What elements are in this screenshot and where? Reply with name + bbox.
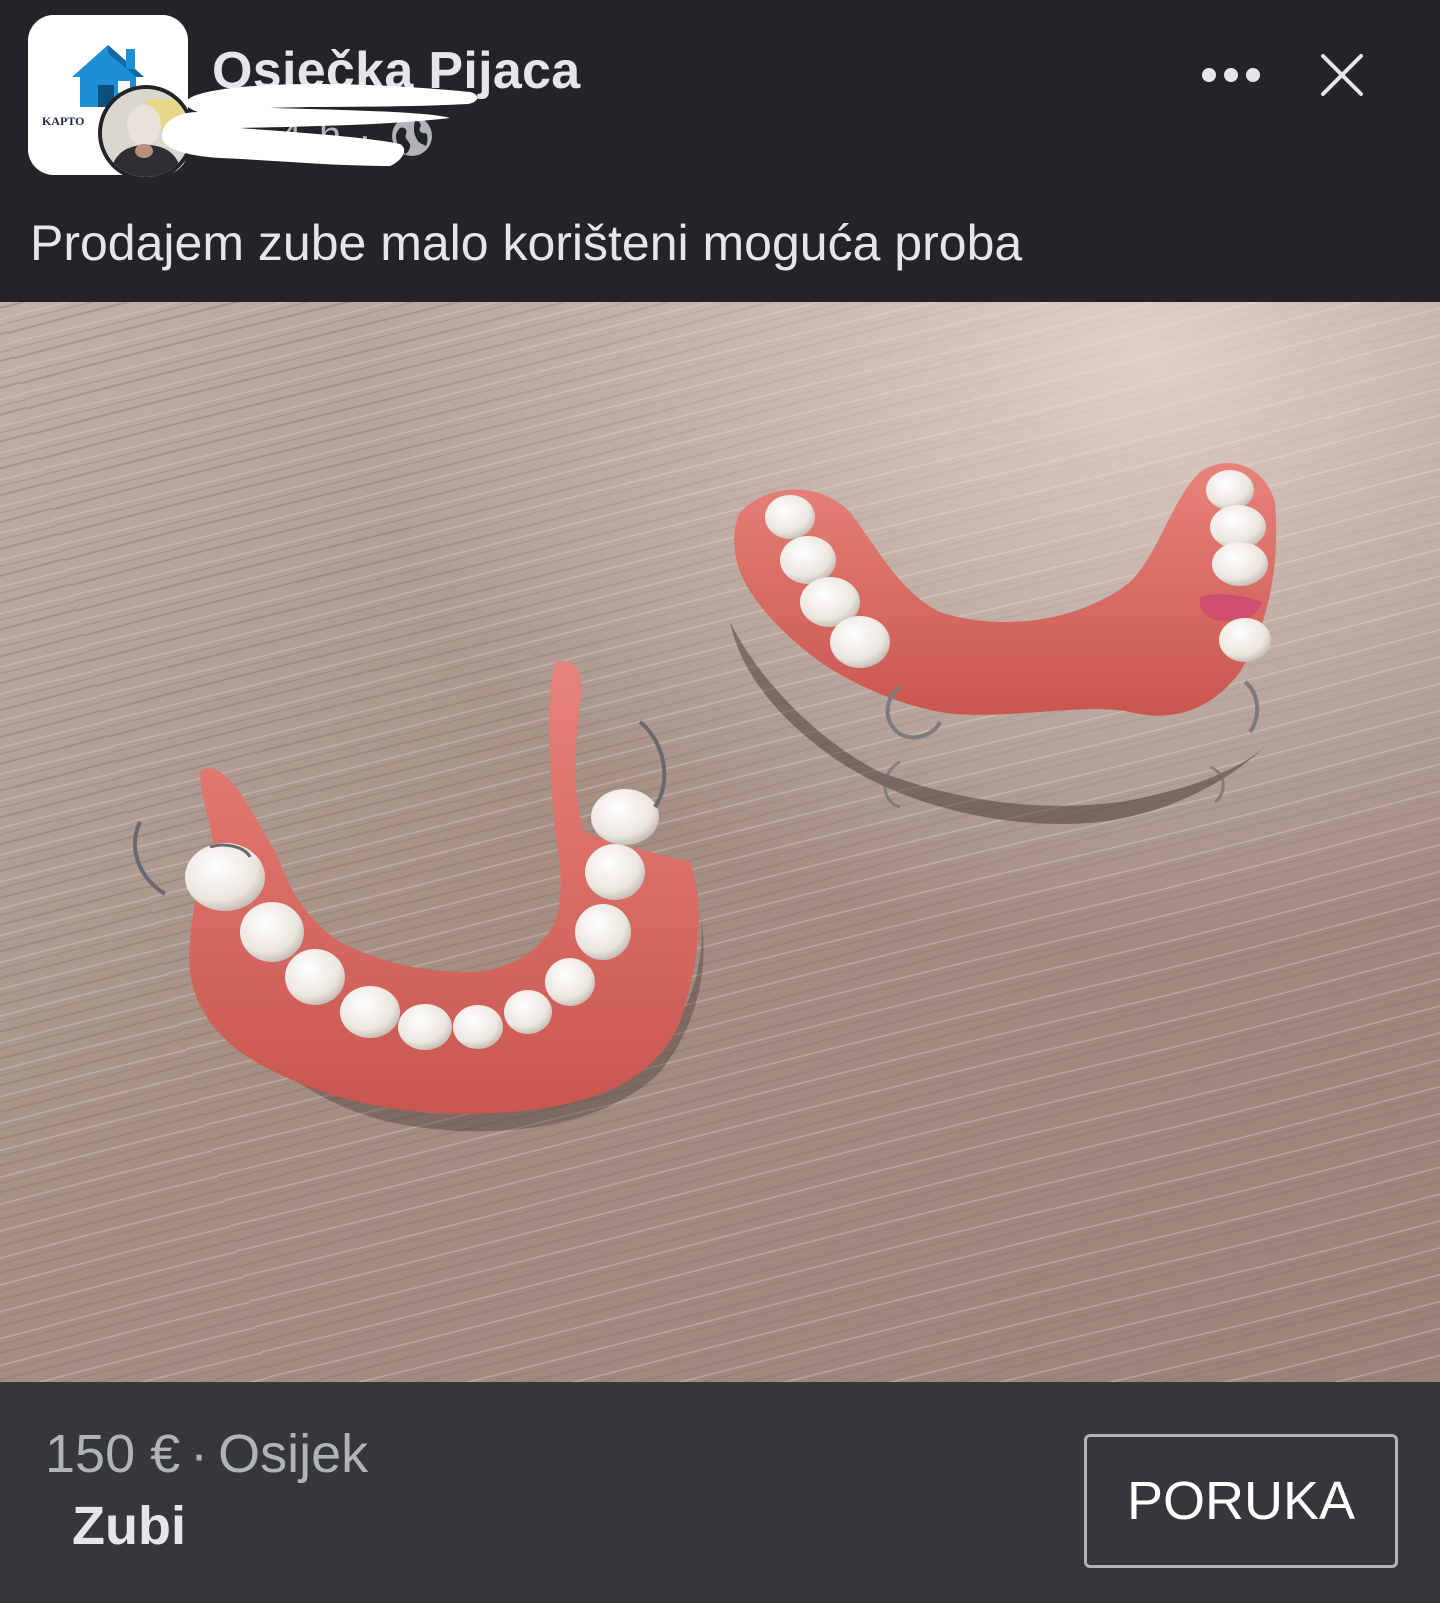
- post-header: KAPTO Osječka Pijaca o · 4 h ·: [0, 0, 1440, 190]
- user-avatar[interactable]: [98, 85, 194, 181]
- more-dots-icon: [1202, 68, 1260, 82]
- listing-photo[interactable]: [0, 302, 1440, 1382]
- listing-separator: ·: [190, 1424, 209, 1484]
- group-logo-text: KAPTO: [42, 114, 84, 128]
- post-time[interactable]: 4 h: [280, 114, 345, 159]
- post-meta: o · 4 h ·: [212, 108, 434, 164]
- listing-bar: 150 € · Osijek Zubi PORUKA: [0, 1382, 1440, 1603]
- group-name[interactable]: Osječka Pijaca: [212, 40, 580, 102]
- marketplace-post-viewer: KAPTO Osječka Pijaca o · 4 h · Prodajem …: [0, 0, 1440, 1603]
- message-button[interactable]: PORUKA: [1084, 1434, 1398, 1568]
- meta-separator: ·: [252, 113, 266, 158]
- post-text: Prodajem zube malo korišteni moguća prob…: [30, 215, 1023, 271]
- listing-title: Zubi: [72, 1496, 186, 1556]
- close-button[interactable]: [1312, 45, 1372, 105]
- more-options-button[interactable]: [1186, 50, 1276, 100]
- meta-separator: ·: [358, 113, 372, 158]
- price-location: 150 € · Osijek: [45, 1422, 368, 1486]
- globe-icon: [390, 114, 434, 158]
- listing-price: 150 €: [45, 1424, 181, 1484]
- close-icon: [1321, 54, 1363, 96]
- author-name[interactable]: o: [212, 114, 234, 159]
- listing-location: Osijek: [218, 1424, 369, 1484]
